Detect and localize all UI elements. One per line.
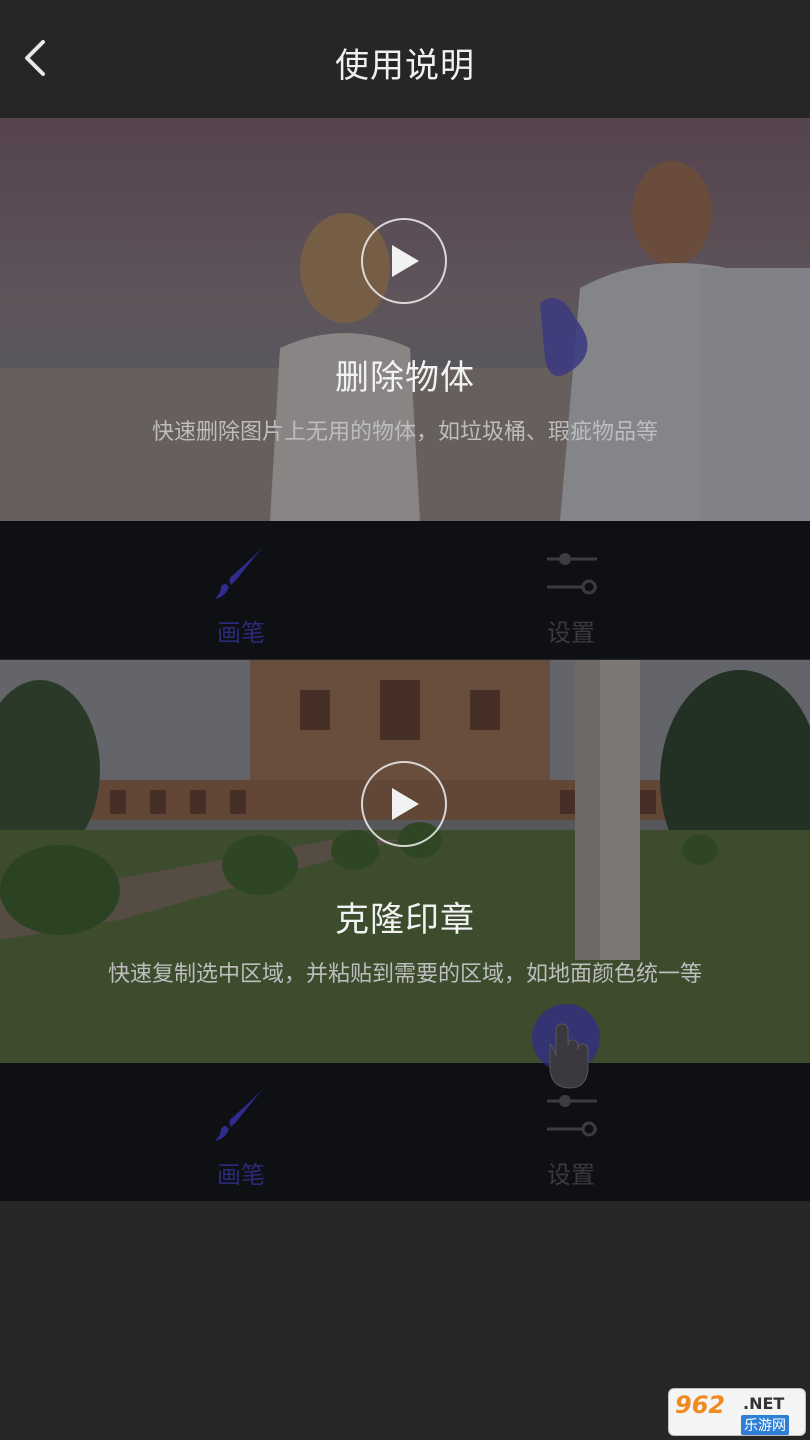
play-button[interactable] (361, 761, 447, 847)
card-description: 快速删除图片上无用的物体，如垃圾桶、瑕疵物品等 (151, 420, 658, 445)
watermark-site: 乐游网 (741, 1415, 789, 1435)
play-icon (392, 245, 419, 277)
video-preview[interactable]: 删除物体 快速删除图片上无用的物体，如垃圾桶、瑕疵物品等 (0, 118, 810, 521)
demo-toolbar: 画笔 设置 (0, 1063, 810, 1201)
settings-tool[interactable]: 设置 (491, 521, 651, 659)
watermark-net: .NET (743, 1394, 785, 1413)
brush-label: 画笔 (217, 1161, 265, 1189)
brush-icon (215, 547, 263, 599)
video-overlay (0, 118, 810, 521)
brush-tool[interactable]: 画笔 (161, 1063, 321, 1201)
card-title: 克隆印章 (335, 900, 475, 940)
tap-hand-icon (532, 1004, 600, 1089)
play-icon (392, 788, 419, 820)
settings-label: 设置 (547, 1161, 595, 1189)
tutorial-card-delete-object: 删除物体 快速删除图片上无用的物体，如垃圾桶、瑕疵物品等 画笔 设置 (0, 118, 810, 659)
page-title: 使用说明 (335, 46, 475, 86)
settings-label: 设置 (547, 619, 595, 647)
brush-icon (215, 1089, 263, 1141)
watermark-number: 962 (675, 1391, 726, 1419)
brush-label: 画笔 (217, 619, 265, 647)
play-button[interactable] (361, 218, 447, 304)
video-overlay (0, 660, 810, 1063)
tutorial-page: 使用说明 删除物体 快速删除图片上无用的物体，如垃圾桶、瑕疵物品等 画笔 设置 … (0, 0, 810, 1440)
brush-tool[interactable]: 画笔 (161, 521, 321, 659)
sliders-icon (547, 553, 597, 595)
card-description: 快速复制选中区域，并粘贴到需要的区域，如地面颜色统一等 (107, 962, 702, 987)
demo-toolbar: 画笔 设置 (0, 521, 810, 659)
site-watermark: 962 .NET 乐游网 (668, 1388, 806, 1436)
tutorial-card-clone-stamp: 克隆印章 快速复制选中区域，并粘贴到需要的区域，如地面颜色统一等 画笔 设置 (0, 660, 810, 1201)
card-title: 删除物体 (335, 358, 475, 398)
video-preview[interactable]: 克隆印章 快速复制选中区域，并粘贴到需要的区域，如地面颜色统一等 (0, 660, 810, 1063)
header: 使用说明 (0, 0, 810, 118)
